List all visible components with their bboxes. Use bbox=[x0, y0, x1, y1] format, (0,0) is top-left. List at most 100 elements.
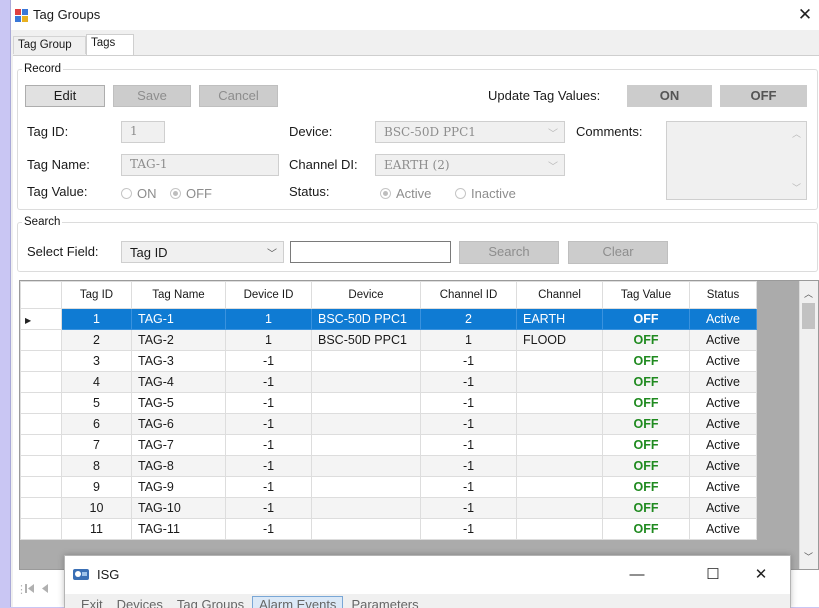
cell-channel[interactable] bbox=[516, 371, 603, 393]
col-tag-value[interactable]: Tag Value bbox=[602, 281, 690, 309]
tag-value-off-radio[interactable]: OFF bbox=[170, 186, 212, 201]
col-device-id[interactable]: Device ID bbox=[225, 281, 312, 309]
table-row[interactable]: 2 TAG-2 1 BSC-50D PPC1 1 FLOOD OFF Active bbox=[20, 329, 757, 351]
cell-tag-value[interactable]: OFF bbox=[602, 497, 690, 519]
menu-alarm-events[interactable]: Alarm Events bbox=[252, 596, 344, 608]
cell-device[interactable] bbox=[311, 413, 421, 435]
cell-tag-value[interactable]: OFF bbox=[602, 518, 690, 540]
menu-devices[interactable]: Devices bbox=[111, 597, 169, 608]
cell-device[interactable] bbox=[311, 476, 421, 498]
cell-tag-value[interactable]: OFF bbox=[602, 371, 690, 393]
cell-tag-name[interactable]: TAG-7 bbox=[131, 434, 226, 456]
table-row[interactable]: 4 TAG-4 -1 -1 OFF Active bbox=[20, 371, 757, 393]
row-header[interactable] bbox=[20, 329, 62, 351]
cell-device[interactable] bbox=[311, 434, 421, 456]
cell-device[interactable] bbox=[311, 371, 421, 393]
cell-tag-value[interactable]: OFF bbox=[602, 350, 690, 372]
cell-status[interactable]: Active bbox=[689, 308, 757, 330]
cell-tag-name[interactable]: TAG-11 bbox=[131, 518, 226, 540]
cell-tag-value[interactable]: OFF bbox=[602, 308, 690, 330]
cell-channel[interactable]: EARTH bbox=[516, 308, 603, 330]
cell-device-id[interactable]: -1 bbox=[225, 413, 312, 435]
cell-channel-id[interactable]: 2 bbox=[420, 308, 517, 330]
cell-channel-id[interactable]: -1 bbox=[420, 392, 517, 414]
cell-tag-id[interactable]: 4 bbox=[61, 371, 132, 393]
table-row[interactable]: 7 TAG-7 -1 -1 OFF Active bbox=[20, 434, 757, 456]
cell-channel[interactable] bbox=[516, 350, 603, 372]
row-header[interactable] bbox=[20, 413, 62, 435]
cell-tag-value[interactable]: OFF bbox=[602, 413, 690, 435]
cell-status[interactable]: Active bbox=[689, 392, 757, 414]
cell-device-id[interactable]: -1 bbox=[225, 518, 312, 540]
channel-di-combo[interactable]: EARTH (2) ﹀ bbox=[375, 154, 565, 176]
cell-status[interactable]: Active bbox=[689, 455, 757, 477]
menu-parameters[interactable]: Parameters bbox=[345, 597, 424, 608]
cancel-button[interactable]: Cancel bbox=[199, 85, 278, 107]
cell-device-id[interactable]: 1 bbox=[225, 329, 312, 351]
row-header[interactable] bbox=[20, 476, 62, 498]
cell-status[interactable]: Active bbox=[689, 434, 757, 456]
status-active-radio[interactable]: Active bbox=[380, 186, 431, 201]
close-button[interactable]: ✕ bbox=[746, 562, 776, 588]
row-header[interactable] bbox=[20, 455, 62, 477]
cell-tag-name[interactable]: TAG-8 bbox=[131, 455, 226, 477]
scroll-thumb[interactable] bbox=[802, 303, 815, 329]
minimize-button[interactable]: — bbox=[622, 562, 652, 588]
cell-channel[interactable] bbox=[516, 476, 603, 498]
status-inactive-radio[interactable]: Inactive bbox=[455, 186, 516, 201]
cell-tag-name[interactable]: TAG-4 bbox=[131, 371, 226, 393]
table-row[interactable]: 5 TAG-5 -1 -1 OFF Active bbox=[20, 392, 757, 414]
cell-tag-name[interactable]: TAG-5 bbox=[131, 392, 226, 414]
cell-channel[interactable] bbox=[516, 518, 603, 540]
cell-channel[interactable] bbox=[516, 455, 603, 477]
cell-channel[interactable]: FLOOD bbox=[516, 329, 603, 351]
select-field-combo[interactable]: Tag ID ﹀ bbox=[121, 241, 284, 263]
cell-status[interactable]: Active bbox=[689, 518, 757, 540]
tag-value-on-radio[interactable]: ON bbox=[121, 186, 157, 201]
cell-channel-id[interactable]: -1 bbox=[420, 518, 517, 540]
cell-channel[interactable] bbox=[516, 413, 603, 435]
row-header[interactable]: ▶ bbox=[20, 308, 62, 330]
cell-tag-value[interactable]: OFF bbox=[602, 476, 690, 498]
cell-channel-id[interactable]: -1 bbox=[420, 434, 517, 456]
table-row[interactable]: 3 TAG-3 -1 -1 OFF Active bbox=[20, 350, 757, 372]
col-channel[interactable]: Channel bbox=[516, 281, 603, 309]
col-tag-id[interactable]: Tag ID bbox=[61, 281, 132, 309]
cell-device[interactable]: BSC-50D PPC1 bbox=[311, 308, 421, 330]
cell-tag-name[interactable]: TAG-9 bbox=[131, 476, 226, 498]
cell-channel-id[interactable]: -1 bbox=[420, 371, 517, 393]
cell-tag-value[interactable]: OFF bbox=[602, 434, 690, 456]
search-input[interactable] bbox=[290, 241, 451, 263]
grid-vertical-scrollbar[interactable]: ︿ ﹀ bbox=[799, 281, 818, 569]
cell-tag-id[interactable]: 6 bbox=[61, 413, 132, 435]
cell-status[interactable]: Active bbox=[689, 371, 757, 393]
cell-device[interactable] bbox=[311, 497, 421, 519]
cell-tag-id[interactable]: 3 bbox=[61, 350, 132, 372]
cell-channel-id[interactable]: -1 bbox=[420, 497, 517, 519]
edit-button[interactable]: Edit bbox=[25, 85, 105, 107]
cell-tag-name[interactable]: TAG-1 bbox=[131, 308, 226, 330]
cell-device-id[interactable]: -1 bbox=[225, 455, 312, 477]
tab-tag-group[interactable]: Tag Group bbox=[13, 36, 86, 54]
cell-channel-id[interactable]: -1 bbox=[420, 350, 517, 372]
cell-tag-value[interactable]: OFF bbox=[602, 455, 690, 477]
close-button[interactable]: ✕ bbox=[796, 6, 814, 24]
cell-channel[interactable] bbox=[516, 392, 603, 414]
cell-channel[interactable] bbox=[516, 497, 603, 519]
cell-tag-id[interactable]: 1 bbox=[61, 308, 132, 330]
scroll-up-icon[interactable]: ︿ bbox=[804, 287, 813, 300]
cell-device-id[interactable]: -1 bbox=[225, 497, 312, 519]
tag-values-off-button[interactable]: OFF bbox=[720, 85, 807, 107]
cell-device-id[interactable]: -1 bbox=[225, 350, 312, 372]
cell-tag-id[interactable]: 7 bbox=[61, 434, 132, 456]
comments-textarea[interactable]: ︿ ﹀ bbox=[666, 121, 807, 200]
search-button[interactable]: Search bbox=[459, 241, 559, 264]
table-row[interactable]: 8 TAG-8 -1 -1 OFF Active bbox=[20, 455, 757, 477]
cell-device[interactable] bbox=[311, 392, 421, 414]
cell-tag-id[interactable]: 9 bbox=[61, 476, 132, 498]
table-row[interactable]: 10 TAG-10 -1 -1 OFF Active bbox=[20, 497, 757, 519]
cell-device-id[interactable]: -1 bbox=[225, 371, 312, 393]
cell-tag-id[interactable]: 10 bbox=[61, 497, 132, 519]
col-tag-name[interactable]: Tag Name bbox=[131, 281, 226, 309]
tag-id-field[interactable]: 1 bbox=[121, 121, 165, 143]
